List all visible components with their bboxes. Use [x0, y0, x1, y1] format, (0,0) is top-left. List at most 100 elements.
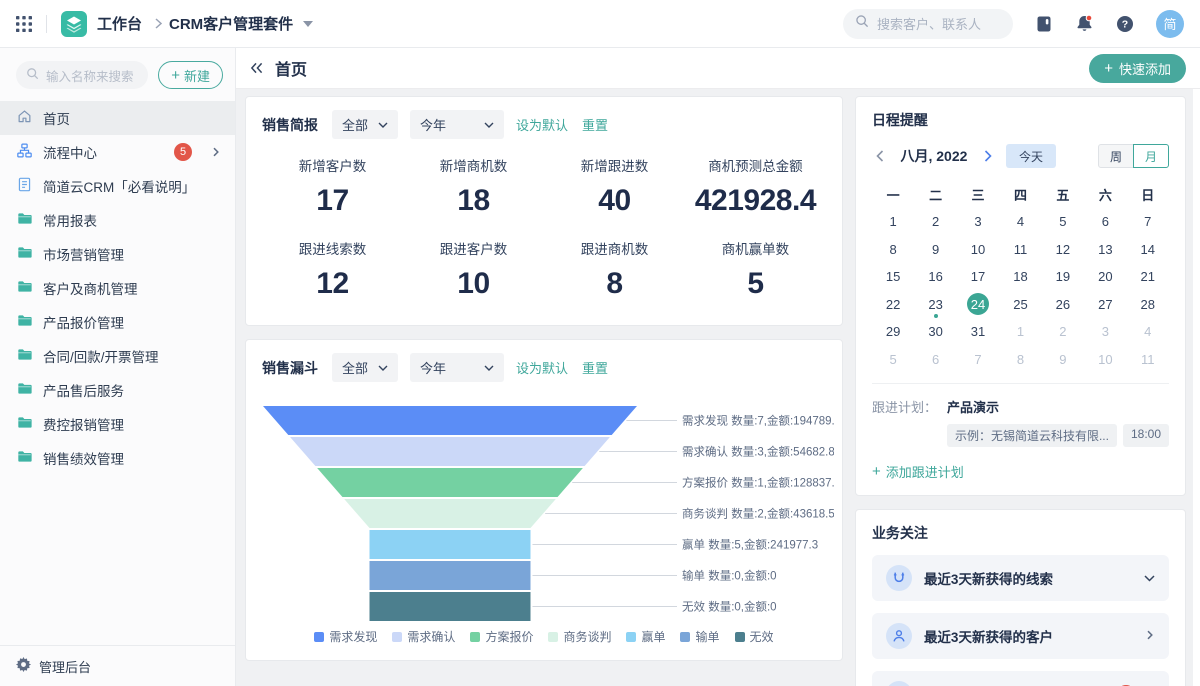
sales-brief-period-select[interactable]: 今年 [410, 110, 504, 139]
contacts-book-icon[interactable] [1035, 15, 1053, 33]
calendar-day[interactable]: 2 [914, 208, 956, 236]
quick-add-button[interactable]: + 快速添加 [1089, 54, 1186, 83]
calendar-day[interactable]: 17 [957, 263, 999, 291]
funnel-segment-需求发现[interactable] [263, 406, 637, 435]
sidebar-item[interactable]: 产品报价管理 [0, 305, 235, 339]
legend-item[interactable]: 需求发现 [314, 628, 377, 645]
calendar-day-selected[interactable]: 24 [957, 291, 999, 319]
calendar-day[interactable]: 25 [999, 291, 1041, 319]
calendar-day[interactable]: 26 [1042, 291, 1084, 319]
workspace-label[interactable]: 工作台 [97, 13, 142, 34]
prev-month-icon[interactable] [872, 148, 888, 164]
legend-item[interactable]: 输单 [680, 628, 719, 645]
funnel-segment-需求确认[interactable] [290, 437, 610, 466]
next-month-icon[interactable] [980, 148, 996, 164]
app-caret-down-icon[interactable] [303, 21, 313, 27]
legend-item[interactable]: 赢单 [626, 628, 665, 645]
calendar-day[interactable]: 6 [1084, 208, 1126, 236]
apps-grid-icon[interactable] [16, 16, 32, 32]
sidebar-item[interactable]: 常用报表 [0, 203, 235, 237]
user-avatar[interactable]: 简 [1156, 10, 1184, 38]
sidebar-search-input[interactable]: 输入名称来搜索 [16, 61, 148, 89]
sales-brief-reset-link[interactable]: 重置 [582, 115, 608, 134]
business-focus-item[interactable]: 正在跟进的商机9 [872, 671, 1169, 686]
calendar-day[interactable]: 4 [999, 208, 1041, 236]
sidebar-item[interactable]: 首页 [0, 101, 235, 135]
follow-plan-name[interactable]: 产品演示 [947, 397, 1169, 416]
calendar-day[interactable]: 30 [914, 318, 956, 346]
business-focus-item[interactable]: 最近3天新获得的线索 [872, 555, 1169, 601]
calendar-day[interactable]: 15 [872, 263, 914, 291]
sidebar-item[interactable]: 产品售后服务 [0, 373, 235, 407]
calendar-day[interactable]: 11 [1127, 346, 1169, 374]
calendar-day[interactable]: 13 [1084, 236, 1126, 264]
funnel-reset-link[interactable]: 重置 [582, 358, 608, 377]
calendar-day[interactable]: 1 [999, 318, 1041, 346]
calendar-day[interactable]: 11 [999, 236, 1041, 264]
calendar-day[interactable]: 4 [1127, 318, 1169, 346]
sidebar-item[interactable]: 市场营销管理 [0, 237, 235, 271]
week-toggle-button[interactable]: 周 [1098, 144, 1134, 168]
calendar-day[interactable]: 31 [957, 318, 999, 346]
business-focus-item[interactable]: 最近3天新获得的客户 [872, 613, 1169, 659]
funnel-scope-select[interactable]: 全部 [332, 353, 398, 382]
funnel-period-select[interactable]: 今年 [410, 353, 504, 382]
calendar-day[interactable]: 20 [1084, 263, 1126, 291]
sidebar-item[interactable]: 销售绩效管理 [0, 441, 235, 475]
legend-item[interactable]: 需求确认 [392, 628, 455, 645]
calendar-day[interactable]: 2 [1042, 318, 1084, 346]
calendar-day[interactable]: 18 [999, 263, 1041, 291]
chevron-right-icon[interactable] [1145, 627, 1155, 645]
legend-item[interactable]: 方案报价 [470, 628, 533, 645]
funnel-segment-商务谈判[interactable] [344, 499, 556, 528]
legend-item[interactable]: 无效 [735, 628, 774, 645]
calendar-day[interactable]: 3 [1084, 318, 1126, 346]
notifications-bell-icon[interactable] [1075, 14, 1094, 33]
sidebar-item[interactable]: 客户及商机管理 [0, 271, 235, 305]
calendar-day[interactable]: 6 [914, 346, 956, 374]
calendar-day[interactable]: 14 [1127, 236, 1169, 264]
calendar-day[interactable]: 3 [957, 208, 999, 236]
calendar-day[interactable]: 1 [872, 208, 914, 236]
sidebar-item[interactable]: 费控报销管理 [0, 407, 235, 441]
chevron-down-icon[interactable] [1144, 569, 1155, 587]
sidebar-item[interactable]: 合同/回款/开票管理 [0, 339, 235, 373]
funnel-segment-方案报价[interactable] [317, 468, 583, 497]
calendar-day[interactable]: 27 [1084, 291, 1126, 319]
calendar-day[interactable]: 28 [1127, 291, 1169, 319]
month-toggle-button[interactable]: 月 [1133, 144, 1169, 168]
calendar-day[interactable]: 21 [1127, 263, 1169, 291]
legend-item[interactable]: 商务谈判 [548, 628, 611, 645]
calendar-day[interactable]: 8 [872, 236, 914, 264]
sidebar-item[interactable]: 简道云CRM「必看说明」 [0, 169, 235, 203]
calendar-day[interactable]: 5 [1042, 208, 1084, 236]
chevron-right-icon[interactable] [211, 147, 221, 157]
scrollbar-track[interactable] [1193, 89, 1200, 686]
calendar-day[interactable]: 9 [914, 236, 956, 264]
calendar-day[interactable]: 5 [872, 346, 914, 374]
calendar-day[interactable]: 22 [872, 291, 914, 319]
calendar-day[interactable]: 7 [1127, 208, 1169, 236]
calendar-day[interactable]: 19 [1042, 263, 1084, 291]
calendar-day[interactable]: 10 [1084, 346, 1126, 374]
funnel-segment-无效[interactable] [369, 592, 530, 621]
calendar-day[interactable]: 29 [872, 318, 914, 346]
funnel-segment-赢单[interactable] [369, 530, 530, 559]
funnel-segment-输单[interactable] [369, 561, 530, 590]
calendar-day[interactable]: 12 [1042, 236, 1084, 264]
calendar-day[interactable]: 16 [914, 263, 956, 291]
new-button[interactable]: + 新建 [158, 61, 223, 89]
calendar-day[interactable]: 7 [957, 346, 999, 374]
collapse-sidebar-icon[interactable] [250, 62, 263, 74]
global-search-input[interactable]: 搜索客户、联系人 [843, 9, 1013, 39]
help-icon[interactable]: ? [1116, 15, 1134, 33]
sales-brief-set-default-link[interactable]: 设为默认 [516, 115, 568, 134]
add-follow-plan-link[interactable]: + 添加跟进计划 [872, 462, 964, 481]
calendar-day[interactable]: 9 [1042, 346, 1084, 374]
today-button[interactable]: 今天 [1006, 144, 1056, 168]
funnel-set-default-link[interactable]: 设为默认 [516, 358, 568, 377]
calendar-day[interactable]: 10 [957, 236, 999, 264]
calendar-day[interactable]: 8 [999, 346, 1041, 374]
app-logo-icon[interactable] [61, 11, 87, 37]
sales-brief-scope-select[interactable]: 全部 [332, 110, 398, 139]
